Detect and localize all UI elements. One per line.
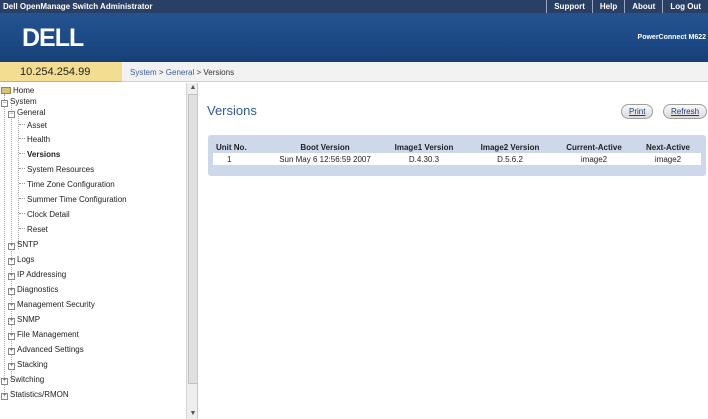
breadcrumb: System > General > Versions bbox=[122, 62, 708, 82]
expand-icon[interactable]: + bbox=[8, 288, 15, 295]
tree-branch-icon bbox=[19, 228, 25, 229]
banner: DELL PowerConnect M622 bbox=[0, 13, 708, 62]
tree-line bbox=[4, 94, 5, 394]
column-header: Unit No. bbox=[216, 142, 247, 152]
tree-item-time-zone[interactable]: Time Zone Configuration bbox=[19, 179, 115, 190]
scroll-thumb[interactable] bbox=[188, 94, 197, 384]
help-link[interactable]: Help bbox=[591, 0, 624, 13]
tree-branch-icon bbox=[19, 168, 25, 169]
expand-icon[interactable]: + bbox=[8, 318, 15, 325]
print-button[interactable]: Print bbox=[621, 104, 654, 119]
tree-item-file-management[interactable]: + File Management bbox=[8, 329, 79, 340]
tree-item-general[interactable]: − General bbox=[8, 107, 45, 118]
tree-item-home[interactable]: Home bbox=[1, 85, 34, 96]
tree-item-asset[interactable]: Asset bbox=[19, 120, 47, 131]
table-row: 1 Sun May 6 12:56:59 2007 D.4.30.3 D.5.6… bbox=[213, 153, 701, 165]
table-cell: image2 bbox=[553, 153, 635, 165]
top-links: Support Help About Log Out bbox=[546, 0, 708, 13]
tree-item-diagnostics[interactable]: + Diagnostics bbox=[8, 284, 58, 295]
tree-item-stacking[interactable]: + Stacking bbox=[8, 359, 48, 370]
sidebar-scrollbar[interactable]: ▲ ▼ bbox=[186, 83, 197, 419]
tree-item-health[interactable]: Health bbox=[19, 134, 50, 145]
tree-item-advanced-settings[interactable]: + Advanced Settings bbox=[8, 344, 84, 355]
breadcrumb-general[interactable]: General bbox=[166, 68, 194, 77]
breadcrumb-system[interactable]: System bbox=[130, 68, 157, 77]
table-cell: D.4.30.3 bbox=[381, 153, 467, 165]
app-title: Dell OpenManage Switch Administrator bbox=[3, 2, 153, 11]
table-cell: D.5.6.2 bbox=[467, 153, 553, 165]
dell-logo: DELL bbox=[22, 24, 84, 52]
expand-icon[interactable]: + bbox=[1, 378, 8, 385]
page-title: Versions bbox=[207, 103, 257, 118]
tree-item-reset[interactable]: Reset bbox=[19, 224, 48, 235]
sidebar: Home − System − General Asset Health Versi… bbox=[0, 83, 198, 419]
column-header: Current-Active bbox=[566, 142, 622, 152]
scroll-down-icon[interactable]: ▼ bbox=[188, 409, 197, 419]
tree-branch-icon bbox=[19, 138, 25, 139]
tree-item-management-security[interactable]: + Management Security bbox=[8, 299, 95, 310]
tree-item-switching[interactable]: + Switching bbox=[1, 374, 44, 385]
column-header: Next-Active bbox=[645, 142, 690, 152]
tree-item-clock-detail[interactable]: Clock Detail bbox=[19, 209, 70, 220]
ip-address: 10.254.254.99 bbox=[20, 66, 91, 78]
tree-item-snmp[interactable]: + SNMP bbox=[8, 314, 40, 325]
expand-icon[interactable]: + bbox=[8, 243, 15, 250]
expand-icon[interactable]: + bbox=[8, 303, 15, 310]
collapse-icon[interactable]: − bbox=[8, 111, 15, 118]
about-link[interactable]: About bbox=[624, 0, 662, 13]
tree-item-system[interactable]: − System bbox=[1, 96, 37, 107]
tree-branch-icon bbox=[19, 198, 25, 199]
main-content: Versions Print Refresh Unit No. Boot Ver… bbox=[199, 83, 708, 419]
table-cell: image2 bbox=[635, 153, 701, 165]
tree-item-sntp[interactable]: + SNTP bbox=[8, 239, 38, 250]
table-header-row: Unit No. Boot Version Image1 Version Ima… bbox=[213, 141, 701, 153]
model-name: PowerConnect M622 bbox=[637, 34, 706, 41]
expand-icon[interactable]: + bbox=[8, 258, 15, 265]
tree-item-ip-addressing[interactable]: + IP Addressing bbox=[8, 269, 66, 280]
tree-branch-icon bbox=[19, 183, 25, 184]
expand-icon[interactable]: + bbox=[8, 363, 15, 370]
expand-icon[interactable]: + bbox=[8, 333, 15, 340]
column-header: Image1 Version bbox=[394, 142, 454, 152]
collapse-icon[interactable]: − bbox=[1, 100, 8, 107]
folder-icon bbox=[1, 87, 11, 94]
table-cell: 1 bbox=[213, 153, 269, 165]
versions-table-frame: Unit No. Boot Version Image1 Version Ima… bbox=[208, 135, 706, 176]
tree-item-system-resources[interactable]: System Resources bbox=[19, 164, 94, 175]
tree-branch-icon bbox=[19, 213, 25, 214]
breadcrumb-separator: > bbox=[156, 68, 166, 77]
table-cell: Sun May 6 12:56:59 2007 bbox=[269, 153, 381, 165]
column-header: Image2 Version bbox=[480, 142, 540, 152]
tree-branch-icon bbox=[19, 124, 25, 125]
support-link[interactable]: Support bbox=[546, 0, 592, 13]
tree-item-summer-time[interactable]: Summer Time Configuration bbox=[19, 194, 127, 205]
tree-item-logs[interactable]: + Logs bbox=[8, 254, 34, 265]
column-header: Boot Version bbox=[300, 142, 350, 152]
tree-branch-icon bbox=[19, 153, 25, 154]
breadcrumb-current: Versions bbox=[203, 68, 235, 77]
refresh-button[interactable]: Refresh bbox=[663, 104, 708, 119]
ip-box: 10.254.254.99 bbox=[0, 62, 122, 82]
tree-item-statistics-rmon[interactable]: + Statistics/RMON bbox=[1, 389, 69, 400]
logout-link[interactable]: Log Out bbox=[662, 0, 708, 13]
expand-icon[interactable]: + bbox=[1, 393, 8, 400]
scroll-up-icon[interactable]: ▲ bbox=[188, 83, 197, 93]
top-bar: Dell OpenManage Switch Administrator Sup… bbox=[0, 0, 708, 13]
tree-item-versions[interactable]: Versions bbox=[19, 149, 60, 160]
expand-icon[interactable]: + bbox=[8, 348, 15, 355]
expand-icon[interactable]: + bbox=[8, 273, 15, 280]
versions-table: Unit No. Boot Version Image1 Version Ima… bbox=[213, 141, 701, 165]
